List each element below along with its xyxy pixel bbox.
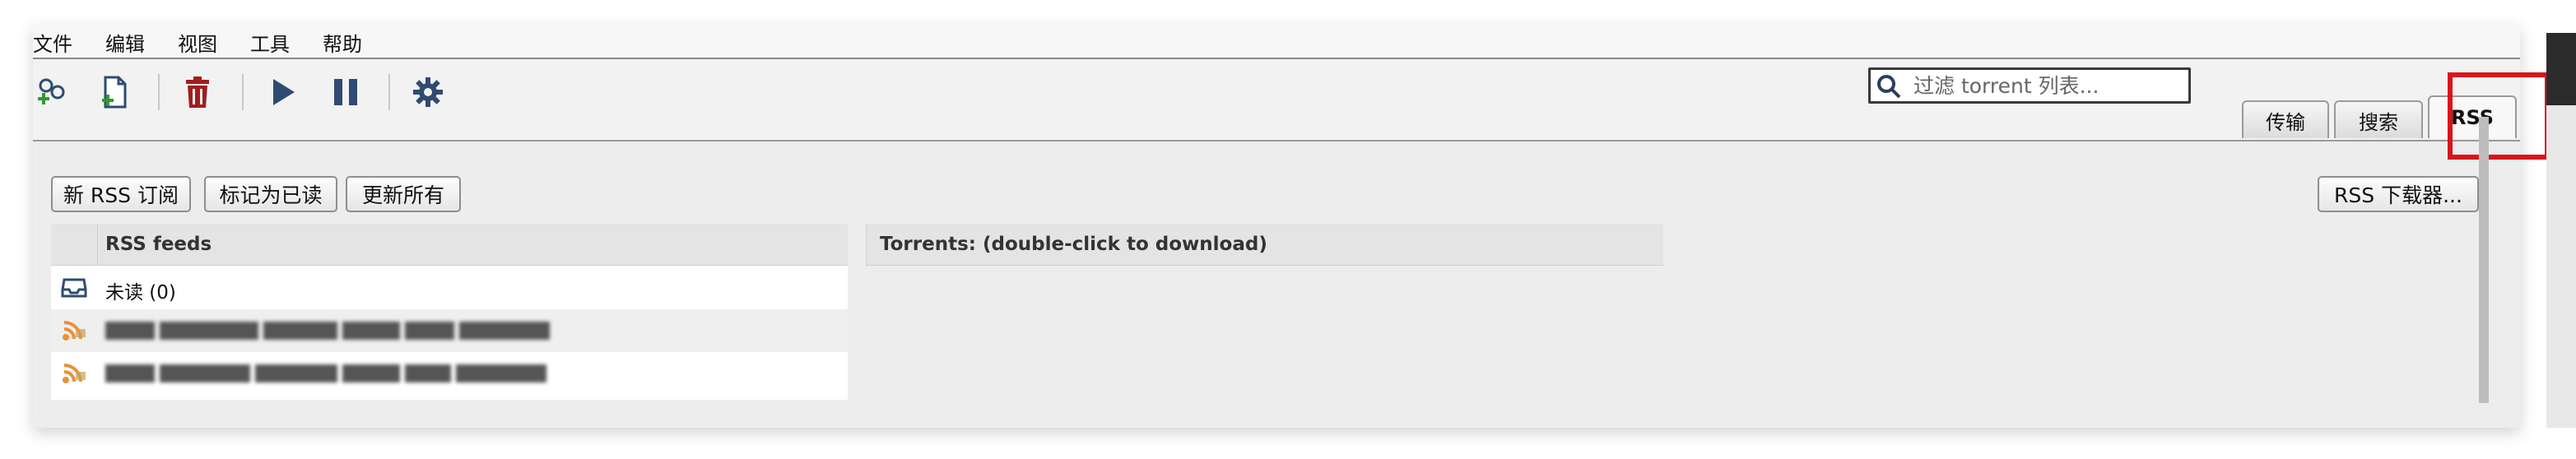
- rss-icon: [63, 321, 86, 341]
- inbox-icon: [61, 278, 87, 298]
- rss-feeds-header: RSS feeds: [51, 224, 848, 266]
- toolbar: 传输 搜索 RSS: [33, 59, 2520, 141]
- feed-row[interactable]: [51, 352, 848, 395]
- feed-row[interactable]: [51, 309, 848, 352]
- new-rss-subscription-button[interactable]: 新 RSS 订阅: [51, 176, 191, 212]
- torrents-list-header: Torrents: (double-click to download): [866, 224, 1663, 266]
- search-input[interactable]: [1912, 72, 2178, 100]
- gear-icon[interactable]: [410, 74, 446, 110]
- feed-row-unread[interactable]: 未读 (0): [51, 267, 848, 309]
- trash-icon[interactable]: [179, 74, 216, 110]
- rss-icon: [63, 364, 86, 383]
- vertical-scrollbar[interactable]: [2479, 117, 2489, 403]
- play-icon[interactable]: [265, 74, 301, 110]
- feed-name-redacted: [105, 322, 555, 340]
- rss-tab-highlight: [2448, 72, 2550, 160]
- update-all-button[interactable]: 更新所有: [346, 176, 461, 212]
- menu-help[interactable]: 帮助: [323, 28, 362, 57]
- rss-feeds-header-label: RSS feeds: [105, 234, 212, 255]
- menu-edit[interactable]: 编辑: [105, 28, 145, 57]
- rss-downloader-button[interactable]: RSS 下载器...: [2318, 176, 2479, 212]
- rss-feeds-list: RSS feeds 未读 (0): [51, 224, 848, 400]
- menu-tools[interactable]: 工具: [250, 28, 290, 57]
- toolbar-separator: [242, 74, 244, 110]
- background-window-dark: [2546, 33, 2576, 105]
- tab-transfers[interactable]: 传输: [2242, 100, 2329, 138]
- mark-as-read-button[interactable]: 标记为已读: [204, 176, 337, 212]
- pause-icon[interactable]: [328, 74, 364, 110]
- background-window-strip: [2546, 33, 2576, 428]
- rss-panel: 新 RSS 订阅 标记为已读 更新所有 RSS 下载器... RSS feeds…: [33, 141, 2520, 428]
- tab-search[interactable]: 搜索: [2334, 100, 2423, 138]
- torrent-filter-search: [1868, 67, 2191, 104]
- toolbar-separator: [388, 74, 390, 110]
- feeds-icon-column: [51, 224, 98, 265]
- menu-file[interactable]: 文件: [33, 28, 72, 57]
- search-icon: [1877, 75, 1901, 99]
- toolbar-separator: [158, 74, 160, 110]
- feed-name-redacted: [105, 364, 551, 382]
- torrents-header-label: Torrents: (double-click to download): [880, 234, 1267, 255]
- qbittorrent-window: 文件 编辑 视图 工具 帮助 过滤 torrent 列表... 传输 搜索 RS…: [33, 25, 2550, 428]
- feed-row-label: 未读 (0): [105, 282, 176, 304]
- add-torrent-link-icon[interactable]: [35, 74, 71, 110]
- add-torrent-file-icon[interactable]: [97, 74, 133, 110]
- menu-bar: 文件 编辑 视图 工具 帮助: [33, 25, 2520, 59]
- menu-view[interactable]: 视图: [178, 28, 217, 57]
